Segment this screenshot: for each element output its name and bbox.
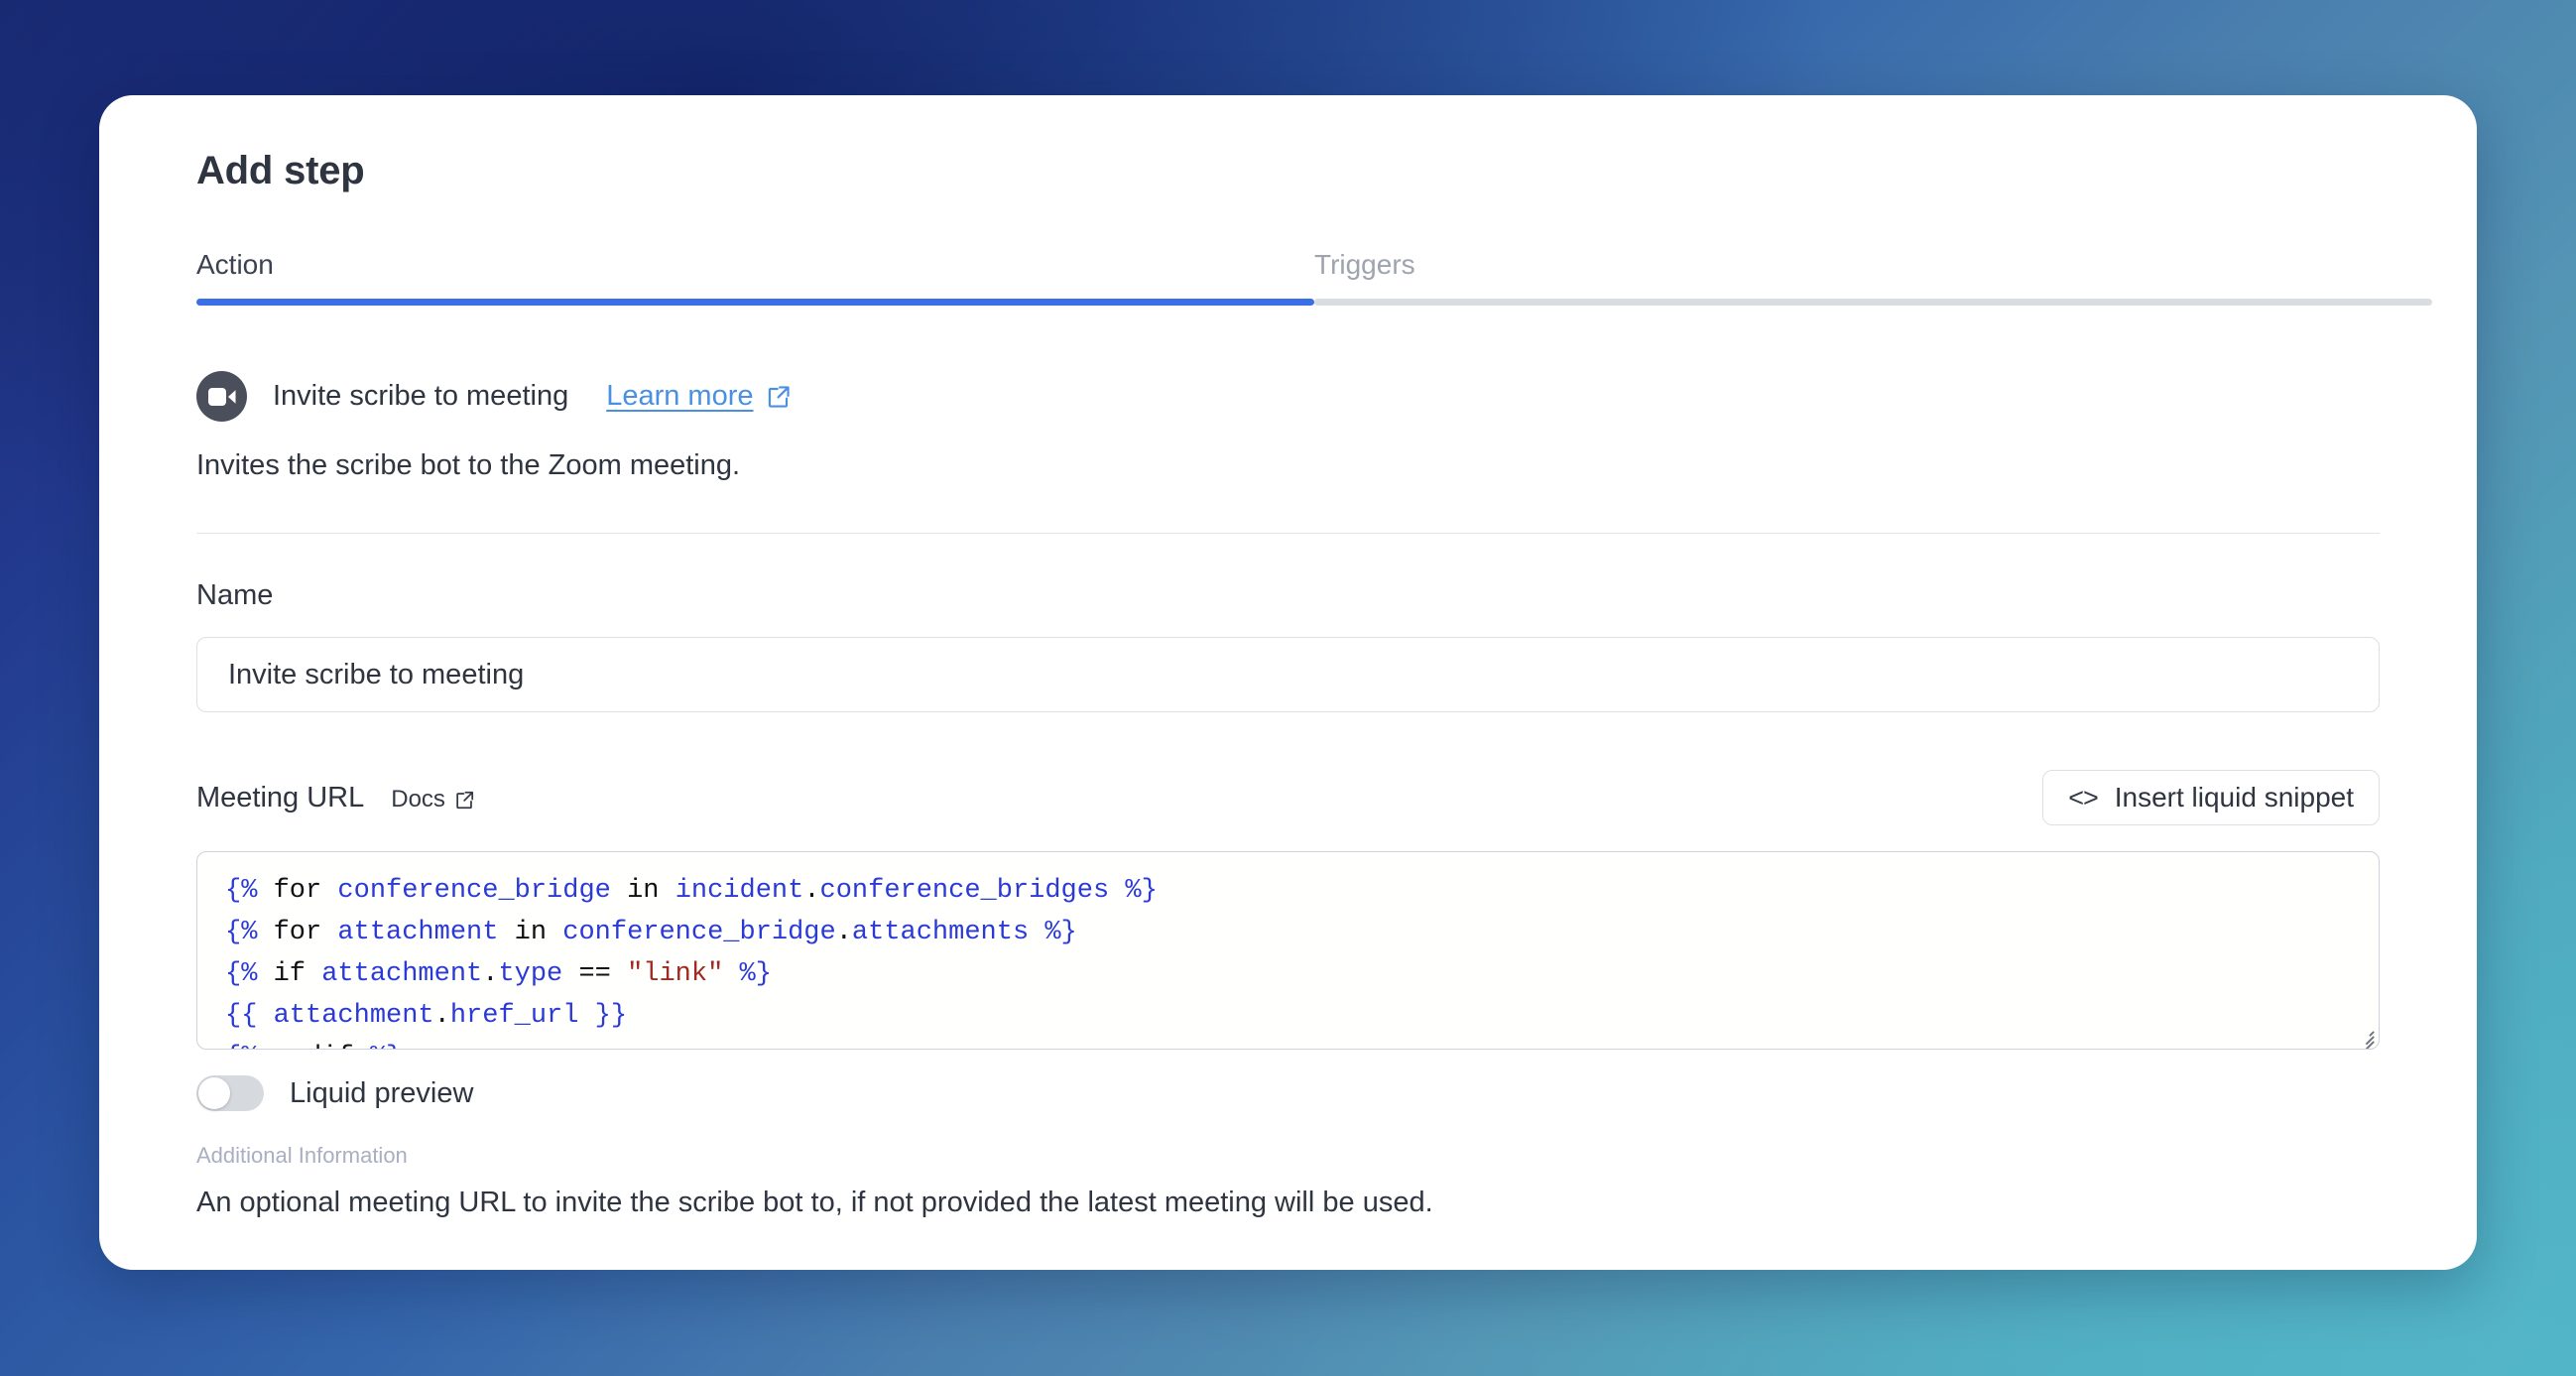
code-line-5: {% endif %} bbox=[225, 1037, 2379, 1049]
liquid-preview-toggle[interactable] bbox=[196, 1075, 264, 1112]
textarea-resize-handle[interactable] bbox=[2354, 1024, 2376, 1050]
code-line-3: {% if attachment.type == "link" %} bbox=[225, 959, 772, 990]
liquid-code-content[interactable]: {% for conference_bridge in incident.con… bbox=[197, 852, 2379, 1049]
tab-action[interactable]: Action bbox=[196, 247, 1314, 306]
action-description: Invites the scribe bot to the Zoom meeti… bbox=[196, 449, 741, 481]
additional-information: Additional Information An optional meeti… bbox=[196, 1143, 2380, 1221]
name-label: Name bbox=[196, 578, 274, 611]
code-line-1: {% for conference_bridge in incident.con… bbox=[225, 876, 1158, 907]
code-line-2: {% for attachment in conference_bridge.a… bbox=[225, 918, 1077, 948]
learn-more-label: Learn more bbox=[606, 380, 754, 412]
code-line-4: {{ attachment.href_url }} bbox=[225, 1001, 628, 1032]
add-step-panel: Add step Action Triggers Invite scribe t… bbox=[99, 95, 2477, 1270]
tab-triggers-underline bbox=[1314, 299, 2432, 306]
tab-triggers[interactable]: Triggers bbox=[1314, 247, 2432, 306]
zoom-video-camera-icon bbox=[196, 371, 247, 422]
tab-bar: Action Triggers bbox=[196, 247, 2432, 306]
section-divider bbox=[196, 532, 2380, 534]
additional-information-text: An optional meeting URL to invite the sc… bbox=[196, 1186, 1433, 1218]
tab-action-underline bbox=[196, 299, 1314, 306]
docs-link[interactable]: Docs bbox=[391, 786, 475, 813]
action-summary: Invite scribe to meeting Learn more bbox=[196, 371, 2380, 422]
liquid-preview-label: Liquid preview bbox=[290, 1076, 474, 1109]
action-title: Invite scribe to meeting bbox=[273, 380, 569, 412]
external-link-icon bbox=[456, 791, 474, 809]
learn-more-link[interactable]: Learn more bbox=[606, 380, 791, 413]
page-title: Add step bbox=[196, 149, 365, 192]
meeting-url-header: Meeting URL Docs <> Insert liquid snippe… bbox=[196, 770, 2380, 826]
external-link-icon bbox=[768, 385, 790, 408]
toggle-knob bbox=[198, 1077, 230, 1110]
name-field-group: Name bbox=[196, 578, 2380, 713]
code-brackets-icon: <> bbox=[2068, 782, 2099, 813]
meeting-url-group: Meeting URL Docs <> Insert liquid snippe… bbox=[196, 770, 2380, 1221]
insert-liquid-snippet-button[interactable]: <> Insert liquid snippet bbox=[2042, 770, 2380, 826]
tab-action-label: Action bbox=[196, 249, 274, 280]
insert-liquid-snippet-label: Insert liquid snippet bbox=[2114, 782, 2354, 813]
docs-label: Docs bbox=[391, 786, 445, 813]
liquid-preview-row: Liquid preview bbox=[196, 1075, 2380, 1112]
liquid-code-editor[interactable]: {% for conference_bridge in incident.con… bbox=[196, 851, 2380, 1051]
meeting-url-label: Meeting URL bbox=[196, 782, 365, 814]
name-input[interactable] bbox=[196, 637, 2380, 713]
tab-triggers-label: Triggers bbox=[1314, 249, 1415, 280]
additional-information-title: Additional Information bbox=[196, 1143, 408, 1169]
